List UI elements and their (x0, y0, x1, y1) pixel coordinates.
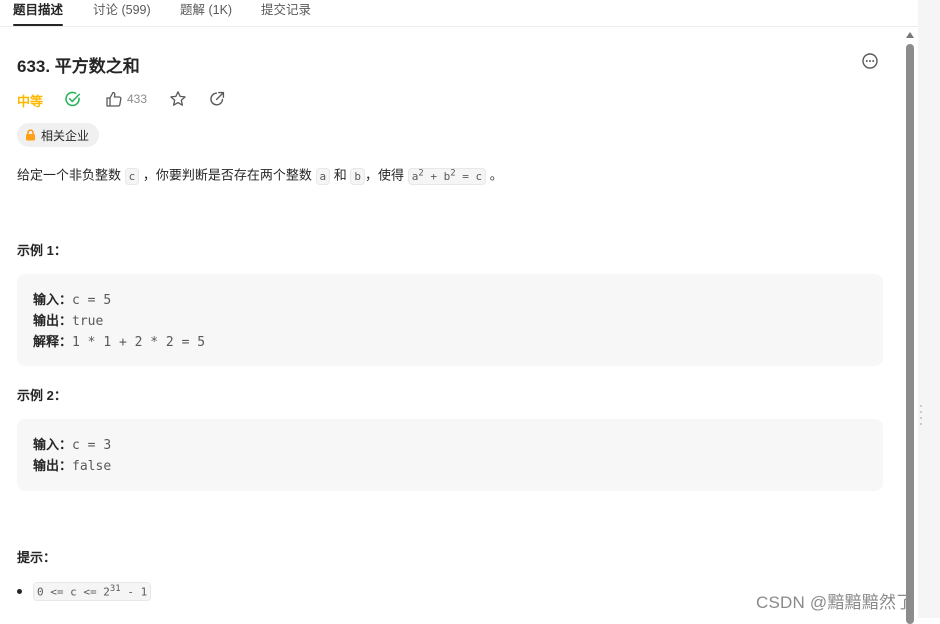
example-2-heading: 示例 2： (17, 388, 67, 403)
example-1-block: 输入：c = 5 输出：true 解释：1 * 1 + 2 * 2 = 5 (17, 274, 883, 366)
code-c: c (124, 167, 140, 185)
desc-text: 。 (489, 167, 503, 183)
vertical-scrollbar[interactable] (904, 28, 916, 624)
example-value: true (72, 314, 104, 329)
example-label: 输出： (33, 313, 73, 328)
related-companies-tag[interactable]: 相关企业 (17, 123, 100, 147)
example-label: 解释： (33, 334, 73, 349)
desc-text: ，使得 (365, 167, 405, 183)
constraint-item: 0 <= c <= 231 - 1 (17, 582, 152, 601)
share-icon[interactable] (208, 90, 226, 113)
desc-text: 和 (333, 167, 347, 183)
desc-text: 给定一个非负整数 (17, 167, 122, 183)
panel-divider (918, 0, 940, 618)
problem-meta: 中等 433 (17, 88, 417, 110)
example-value: 1 * 1 + 2 * 2 = 5 (72, 335, 206, 350)
problem-tabs: 题目描述 讨论 (599) 题解 (1K) 提交记录 (0, 0, 918, 27)
bullet (17, 588, 22, 594)
favorite-star-icon[interactable] (169, 90, 187, 113)
hints-heading: 提示： (17, 550, 57, 565)
example-1-heading: 示例 1： (17, 243, 67, 258)
panel-resize-handle[interactable] (920, 405, 924, 425)
code-constraint: 0 <= c <= 231 - 1 (33, 582, 152, 601)
example-value: c = 5 (72, 293, 112, 308)
like-count: 433 (127, 92, 148, 106)
example-label: 输入： (33, 437, 73, 452)
scroll-thumb[interactable] (906, 44, 914, 624)
example-label: 输出： (33, 458, 73, 473)
company-tag-label: 相关企业 (41, 128, 90, 143)
code-b: b (350, 167, 366, 185)
desc-text: ，你要判断是否存在两个整数 (142, 167, 312, 183)
example-label: 输入： (33, 292, 73, 307)
lock-icon (26, 129, 35, 141)
tab-discussion[interactable]: 讨论 (599) (93, 2, 151, 24)
problem-title: 633. 平方数之和 (17, 57, 140, 76)
example-value: false (72, 459, 112, 474)
example-2-block: 输入：c = 3 输出：false (17, 419, 883, 491)
scroll-up-arrow-icon[interactable] (906, 32, 914, 38)
tab-solutions[interactable]: 题解 (1K) (180, 2, 232, 24)
accepted-check-icon (64, 90, 82, 113)
watermark: CSDN @黯黯黯然了 (756, 593, 914, 612)
difficulty-badge: 中等 (17, 94, 44, 109)
code-equation: a2 + b2 = c (407, 167, 487, 185)
like-thumb-icon[interactable] (105, 90, 123, 113)
problem-description: 给定一个非负整数 c ，你要判断是否存在两个整数 a 和 b ，使得 a2 + b… (17, 162, 503, 188)
more-options-icon[interactable] (861, 52, 879, 70)
code-a: a (315, 167, 331, 185)
tab-description[interactable]: 题目描述 (13, 2, 64, 26)
tab-submissions[interactable]: 提交记录 (261, 2, 311, 24)
example-value: c = 3 (72, 438, 112, 453)
